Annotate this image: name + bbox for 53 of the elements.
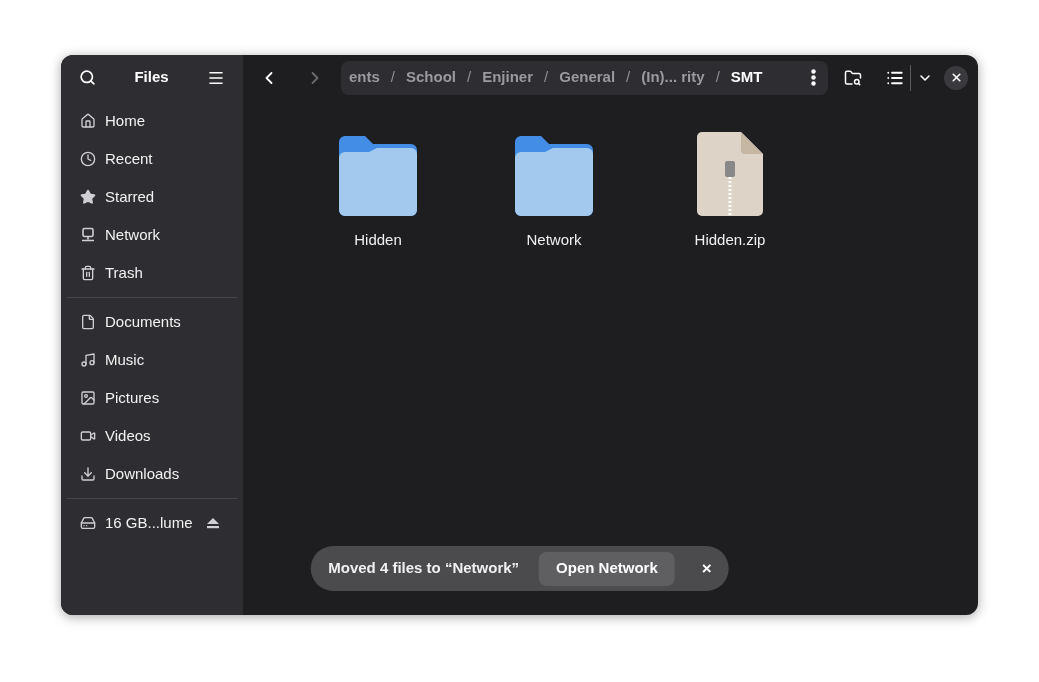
file-name: Hidden.zip — [694, 230, 766, 250]
sidebar-item[interactable]: Starred — [67, 178, 237, 216]
folder-icon — [339, 136, 417, 216]
path-segment[interactable]: School — [406, 66, 457, 89]
drive-icon — [80, 515, 96, 531]
clock-icon — [80, 151, 96, 167]
file-name: Hidden — [354, 230, 402, 250]
search-icon — [79, 69, 96, 86]
path-segment[interactable]: SMT — [730, 66, 763, 89]
sidebar-item[interactable]: Downloads — [67, 455, 237, 493]
more-options-icon — [811, 69, 816, 86]
trash-icon — [80, 265, 96, 281]
path-separator: / — [715, 67, 720, 88]
folder-search-icon — [844, 68, 862, 87]
sidebar-item[interactable]: 16 GB...lume — [67, 504, 237, 542]
toast-message: Moved 4 files to “Network” — [328, 558, 520, 579]
document-icon — [80, 314, 96, 330]
sidebar-item[interactable]: Recent — [67, 140, 237, 178]
picture-icon — [80, 390, 96, 406]
sidebar-item[interactable]: Trash — [67, 254, 237, 292]
eject-icon — [206, 516, 220, 530]
path-separator: / — [626, 67, 631, 88]
path-separator: / — [544, 67, 549, 88]
path-separator: / — [390, 67, 395, 88]
path-segment[interactable]: General — [559, 66, 616, 89]
path-separator: / — [467, 67, 472, 88]
download-icon — [80, 466, 96, 482]
sidebar-item[interactable]: Pictures — [67, 379, 237, 417]
file-item[interactable]: Network — [466, 132, 642, 252]
file-item[interactable]: Hidden — [290, 132, 466, 252]
sidebar-item[interactable]: Documents — [67, 303, 237, 341]
sidebar-item[interactable]: Network — [67, 216, 237, 254]
file-name: Network — [526, 230, 582, 250]
file-item[interactable]: Hidden.zip — [642, 132, 818, 252]
close-icon — [949, 71, 963, 84]
sidebar-item[interactable]: Home — [67, 102, 237, 140]
sidebar-item[interactable]: Videos — [67, 417, 237, 455]
open-network-button[interactable]: Open Network — [539, 551, 675, 586]
close-button[interactable] — [944, 65, 968, 90]
path-segment[interactable]: (In)... rity — [641, 66, 705, 89]
path-segment[interactable]: ents — [349, 66, 380, 89]
network-icon — [80, 227, 96, 243]
sidebar-item[interactable]: Music — [67, 341, 237, 379]
music-icon — [80, 352, 96, 368]
zip-file-icon — [697, 132, 763, 216]
app-title: Files — [134, 67, 169, 88]
eject-button[interactable] — [206, 516, 220, 530]
star-icon — [80, 189, 96, 205]
path-segment[interactable]: Enjiner — [482, 66, 534, 89]
video-icon — [80, 428, 96, 444]
folder-icon — [515, 136, 593, 216]
home-icon — [80, 113, 96, 129]
toast-close-button[interactable]: × — [694, 555, 719, 582]
